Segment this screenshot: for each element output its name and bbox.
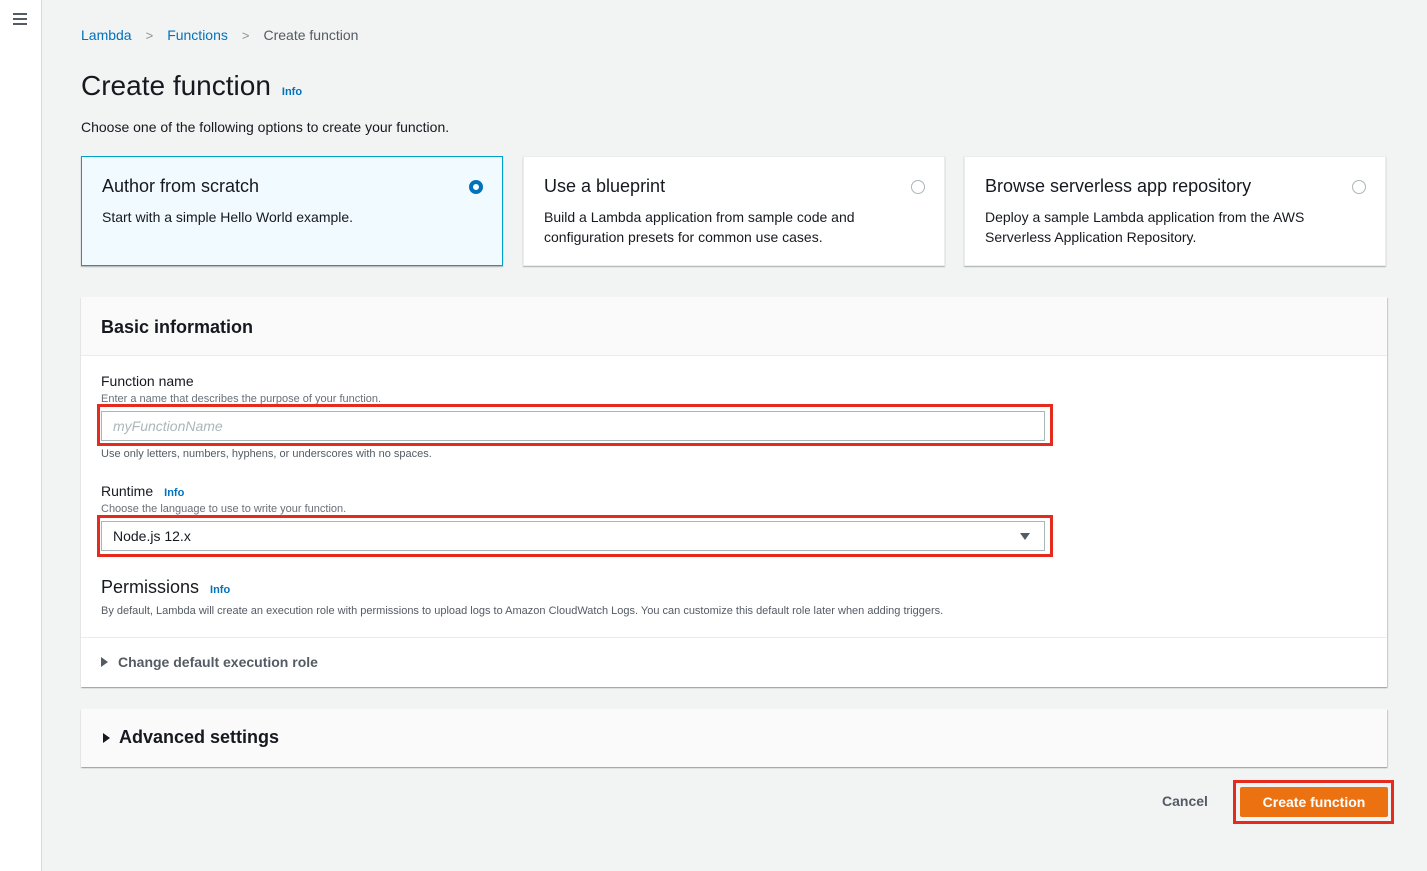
runtime-label-row: Runtime Info bbox=[101, 483, 184, 499]
create-function-button[interactable]: Create function bbox=[1240, 787, 1388, 817]
option-title: Browse serverless app repository bbox=[985, 176, 1252, 196]
hamburger-bar bbox=[13, 23, 27, 25]
page-title-row: Create function Info bbox=[81, 70, 302, 102]
breadcrumb: Lambda > Functions > Create function bbox=[81, 27, 358, 43]
page-info-link[interactable]: Info bbox=[282, 86, 302, 98]
change-default-execution-role-expander[interactable]: Change default execution role bbox=[101, 654, 318, 670]
advanced-settings-label: Advanced settings bbox=[119, 727, 280, 747]
divider bbox=[81, 637, 1387, 638]
advanced-settings-expander[interactable]: Advanced settings bbox=[103, 727, 279, 748]
function-name-input[interactable] bbox=[101, 411, 1045, 441]
option-title: Use a blueprint bbox=[544, 176, 666, 196]
radio-use-blueprint[interactable] bbox=[911, 180, 925, 194]
runtime-select[interactable]: Node.js 12.x bbox=[101, 521, 1045, 551]
function-name-hint: Use only letters, numbers, hyphens, or u… bbox=[101, 448, 432, 460]
permissions-title-row: Permissions Info bbox=[101, 577, 230, 598]
radio-browse-serverless-repo[interactable] bbox=[1352, 180, 1366, 194]
option-use-blueprint[interactable]: Use a blueprint Build a Lambda applicati… bbox=[523, 156, 945, 266]
hamburger-bar bbox=[13, 18, 27, 20]
caret-right-icon bbox=[103, 732, 110, 743]
option-browse-serverless-repo[interactable]: Browse serverless app repository Deploy … bbox=[964, 156, 1386, 266]
function-name-label: Function name bbox=[101, 373, 194, 389]
left-nav-rail bbox=[0, 0, 42, 871]
hamburger-bar bbox=[13, 13, 27, 15]
permissions-info-link[interactable]: Info bbox=[210, 584, 230, 596]
expander-label: Change default execution role bbox=[118, 654, 318, 670]
cancel-button[interactable]: Cancel bbox=[1162, 793, 1208, 809]
page-title: Create function bbox=[81, 70, 271, 101]
caret-down-icon bbox=[1020, 533, 1030, 540]
permissions-title: Permissions bbox=[101, 577, 200, 597]
permissions-desc: By default, Lambda will create an execut… bbox=[101, 605, 944, 617]
option-author-from-scratch[interactable]: Author from scratch Start with a simple … bbox=[81, 156, 503, 266]
runtime-desc: Choose the language to use to write your… bbox=[101, 503, 347, 515]
function-name-desc: Enter a name that describes the purpose … bbox=[101, 393, 382, 405]
option-desc: Build a Lambda application from sample c… bbox=[544, 209, 855, 245]
breadcrumb-functions[interactable]: Functions bbox=[167, 27, 228, 43]
breadcrumb-current: Create function bbox=[263, 27, 359, 43]
option-title: Author from scratch bbox=[102, 176, 260, 196]
option-desc: Deploy a sample Lambda application from … bbox=[985, 209, 1305, 245]
chevron-right-icon: > bbox=[241, 27, 250, 43]
basic-information-panel: Basic information Function name Enter a … bbox=[81, 297, 1387, 687]
page-subtitle: Choose one of the following options to c… bbox=[81, 119, 450, 135]
option-desc: Start with a simple Hello World example. bbox=[102, 209, 354, 225]
breadcrumb-lambda[interactable]: Lambda bbox=[81, 27, 132, 43]
basic-information-header: Basic information bbox=[81, 297, 1387, 356]
radio-author-from-scratch[interactable] bbox=[469, 180, 483, 194]
runtime-label: Runtime bbox=[101, 483, 154, 499]
runtime-info-link[interactable]: Info bbox=[164, 487, 184, 499]
hamburger-icon[interactable] bbox=[13, 13, 29, 27]
advanced-settings-panel[interactable]: Advanced settings bbox=[81, 709, 1387, 767]
chevron-right-icon: > bbox=[145, 27, 154, 43]
caret-right-icon bbox=[101, 657, 108, 667]
runtime-selected-value: Node.js 12.x bbox=[113, 528, 191, 544]
